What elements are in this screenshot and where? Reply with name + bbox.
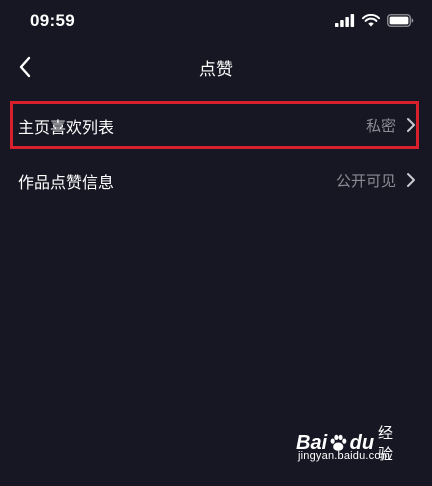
status-bar: 09:59 bbox=[0, 0, 432, 44]
setting-row-homepage-likes[interactable]: 主页喜欢列表 私密 bbox=[0, 100, 432, 150]
status-time: 09:59 bbox=[30, 11, 75, 30]
setting-label: 主页喜欢列表 bbox=[18, 118, 115, 137]
watermark-url: jingyan.baidu.com bbox=[298, 450, 391, 462]
chevron-right-icon bbox=[407, 118, 415, 132]
battery-icon bbox=[387, 14, 414, 27]
setting-row-video-likes[interactable]: 作品点赞信息 公开可见 bbox=[0, 155, 432, 205]
status-icons bbox=[335, 14, 414, 27]
page-title: 点赞 bbox=[199, 60, 233, 80]
chevron-right-icon bbox=[407, 173, 415, 187]
watermark: Bai du 经验 jingyan.baidu.com bbox=[296, 422, 406, 472]
setting-value: 公开可见 bbox=[335, 172, 396, 190]
nav-bar: 点赞 bbox=[0, 44, 432, 90]
setting-label: 作品点赞信息 bbox=[18, 173, 115, 192]
setting-value: 私密 bbox=[365, 117, 396, 135]
signal-icon bbox=[335, 14, 355, 27]
wifi-icon bbox=[362, 14, 380, 27]
